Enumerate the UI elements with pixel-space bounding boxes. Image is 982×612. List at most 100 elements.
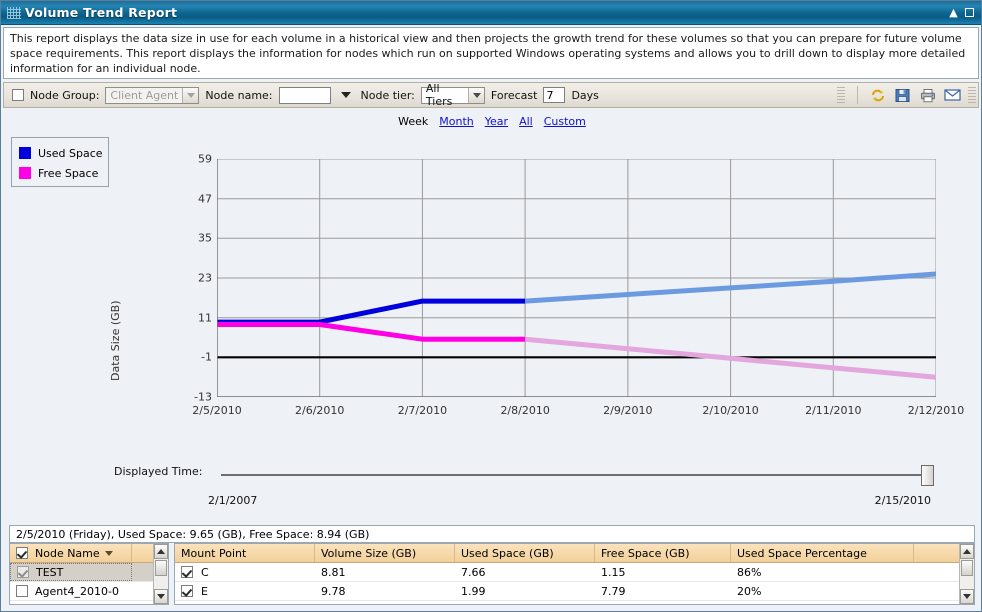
save-icon[interactable] bbox=[893, 86, 912, 104]
refresh-icon[interactable] bbox=[868, 86, 887, 104]
report-description: This report displays the data size in us… bbox=[3, 27, 979, 79]
node-row-label: TEST bbox=[36, 566, 63, 579]
node-row-label: Agent4_2010-0 bbox=[35, 585, 119, 598]
displayed-time-label: Displayed Time: bbox=[114, 465, 202, 478]
window-controls: ▲ bbox=[947, 6, 981, 19]
scroll-down-button[interactable] bbox=[960, 589, 974, 604]
forecast-days-input[interactable]: 7 bbox=[543, 87, 565, 103]
period-link-year[interactable]: Year bbox=[485, 115, 508, 128]
period-link-all[interactable]: All bbox=[519, 115, 533, 128]
column-header-mount-point[interactable]: Mount Point bbox=[175, 544, 315, 562]
column-header-volume-size[interactable]: Volume Size (GB) bbox=[315, 544, 455, 562]
slider-thumb[interactable] bbox=[921, 465, 934, 486]
free-space-swatch bbox=[19, 167, 31, 179]
toolbar-separator bbox=[857, 86, 858, 104]
period-week-current: Week bbox=[398, 115, 428, 128]
column-header-used-space[interactable]: Used Space (GB) bbox=[455, 544, 595, 562]
node-name-column-header[interactable]: Node Name bbox=[10, 544, 132, 562]
node-row-checkbox[interactable] bbox=[17, 566, 29, 578]
legend-label-free-space: Free Space bbox=[38, 167, 98, 180]
y-tick-label: -13 bbox=[194, 391, 212, 404]
displayed-time-slider-row: Displayed Time: 2/1/2007 2/15/2010 bbox=[1, 465, 982, 515]
scroll-up-button[interactable] bbox=[960, 544, 974, 559]
node-name-chevron-down-icon[interactable] bbox=[341, 92, 351, 98]
volume-used-pct-cell: 86% bbox=[731, 563, 914, 581]
x-tick-label: 2/6/2010 bbox=[295, 404, 344, 417]
x-tick-label: 2/12/2010 bbox=[908, 404, 964, 417]
volume-used-space-cell: 1.99 bbox=[455, 582, 595, 600]
volume-free-space-cell: 7.79 bbox=[595, 582, 731, 600]
chart-plot[interactable]: 5947352311-1-13 2/5/20102/6/20102/7/2010… bbox=[217, 159, 936, 397]
chart-area: Used Space Free Space Data Size (GB) 594… bbox=[3, 133, 979, 518]
node-grid-scrollbar[interactable] bbox=[153, 544, 168, 604]
volume-grid-scrollbar[interactable] bbox=[959, 544, 974, 604]
arrow-down-icon bbox=[157, 594, 165, 599]
legend-label-used-space: Used Space bbox=[38, 147, 103, 160]
chart-y-axis-label: Data Size (GB) bbox=[109, 301, 122, 382]
table-row[interactable]: Agent4_2010-0 bbox=[10, 582, 168, 601]
y-tick-label: 23 bbox=[198, 272, 212, 285]
volume-size-cell: 9.78 bbox=[315, 582, 455, 600]
slider-max-label: 2/15/2010 bbox=[875, 494, 931, 507]
volume-mount-point-cell: E bbox=[175, 582, 315, 600]
legend-item-used-space: Used Space bbox=[19, 143, 108, 163]
volume-free-space-cell: 1.15 bbox=[595, 563, 731, 581]
print-icon[interactable] bbox=[918, 86, 937, 104]
scrollbar-thumb[interactable] bbox=[155, 560, 167, 576]
node-group-checkbox[interactable] bbox=[12, 89, 24, 101]
table-row[interactable]: E 9.78 1.99 7.79 20% bbox=[175, 582, 974, 601]
filter-toolbar: Node Group: Client Agent Node name: Node… bbox=[3, 82, 979, 108]
node-row-cell: Agent4_2010-0 bbox=[10, 582, 132, 600]
volume-row-checkbox[interactable] bbox=[181, 566, 193, 578]
slider-min-label: 2/1/2007 bbox=[208, 494, 257, 507]
volume-mount-point-label: C bbox=[201, 566, 209, 579]
used-space-swatch bbox=[19, 147, 31, 159]
period-link-custom[interactable]: Custom bbox=[544, 115, 586, 128]
table-row[interactable]: TEST bbox=[10, 563, 168, 582]
node-name-input[interactable] bbox=[279, 87, 331, 104]
scrollbar-thumb[interactable] bbox=[961, 560, 973, 576]
node-group-label: Node Group: bbox=[30, 89, 99, 102]
node-tier-label: Node tier: bbox=[361, 89, 415, 102]
legend-item-free-space: Free Space bbox=[19, 163, 108, 183]
node-group-value: Client Agent bbox=[110, 89, 178, 102]
node-tier-dropdown[interactable]: All Tiers bbox=[421, 87, 485, 104]
table-row[interactable]: C 8.81 7.66 1.15 86% bbox=[175, 563, 974, 582]
y-tick-label: -1 bbox=[201, 351, 212, 364]
maximize-icon[interactable] bbox=[965, 8, 974, 17]
volume-mount-point-cell: C bbox=[175, 563, 315, 581]
node-grid-header: Node Name bbox=[10, 544, 168, 563]
slider-track[interactable] bbox=[221, 474, 933, 476]
arrow-up-icon bbox=[963, 549, 971, 554]
sort-descending-icon bbox=[105, 551, 113, 556]
drag-grip-icon[interactable] bbox=[7, 7, 21, 19]
select-all-nodes-checkbox[interactable] bbox=[16, 547, 28, 559]
chart-svg bbox=[217, 159, 936, 397]
node-row-cell: TEST bbox=[10, 563, 132, 581]
volume-grid-header: Mount Point Volume Size (GB) Used Space … bbox=[175, 544, 974, 563]
toolbar-grip-icon[interactable] bbox=[837, 87, 845, 103]
node-row-checkbox[interactable] bbox=[16, 585, 28, 597]
y-tick-label: 47 bbox=[198, 192, 212, 205]
column-header-free-space[interactable]: Free Space (GB) bbox=[595, 544, 731, 562]
scroll-up-button[interactable] bbox=[154, 544, 168, 559]
column-header-used-space-percentage[interactable]: Used Space Percentage bbox=[731, 544, 914, 562]
window-titlebar: Volume Trend Report ▲ bbox=[1, 1, 981, 25]
period-link-month[interactable]: Month bbox=[439, 115, 473, 128]
chevron-double-up-icon[interactable]: ▲ bbox=[947, 6, 960, 19]
toolbar-grip-icon-right[interactable] bbox=[968, 87, 976, 103]
volume-used-pct-cell: 20% bbox=[731, 582, 914, 600]
node-name-label: Node name: bbox=[205, 89, 272, 102]
x-tick-label: 2/8/2010 bbox=[500, 404, 549, 417]
x-tick-label: 2/11/2010 bbox=[805, 404, 861, 417]
email-icon[interactable] bbox=[943, 86, 962, 104]
node-list-panel: Node Name TEST Agent4_2010-0 bbox=[9, 543, 169, 605]
node-grid-header-spacer bbox=[132, 544, 155, 562]
volume-row-checkbox[interactable] bbox=[181, 585, 193, 597]
node-group-dropdown[interactable]: Client Agent bbox=[105, 87, 199, 104]
chevron-down-icon bbox=[468, 88, 484, 103]
chart-legend: Used Space Free Space bbox=[11, 137, 109, 187]
period-selector: Week Month Year All Custom bbox=[1, 113, 982, 129]
scroll-down-button[interactable] bbox=[154, 589, 168, 604]
volume-mount-point-label: E bbox=[201, 585, 208, 598]
